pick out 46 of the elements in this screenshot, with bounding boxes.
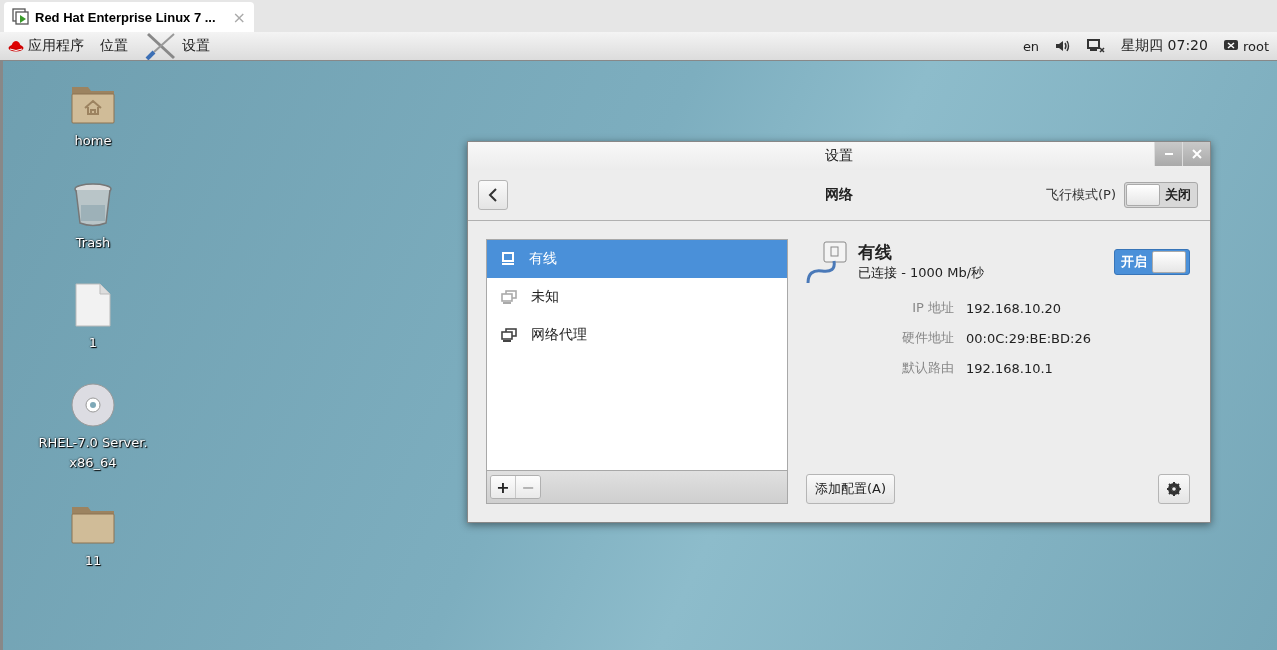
minimize-icon: [1164, 153, 1173, 155]
desktop-icon-label: home: [73, 132, 113, 150]
settings-button[interactable]: [1158, 474, 1190, 504]
back-button[interactable]: [478, 180, 508, 210]
property-value: 00:0C:29:BE:BD:26: [966, 330, 1092, 346]
connection-item[interactable]: 未知: [487, 278, 787, 316]
desktop-icon-label: Trash: [74, 234, 112, 252]
dvd-icon: [71, 383, 115, 427]
connection-item[interactable]: 网络代理: [487, 316, 787, 354]
vm-tab[interactable]: Red Hat Enterprise Linux 7 ... ×: [4, 2, 254, 32]
add-button[interactable]: +: [491, 476, 515, 498]
vm-icon: [12, 8, 30, 26]
panel-menu[interactable]: 设置: [144, 32, 210, 60]
add-profile-button[interactable]: 添加配置(A): [806, 474, 896, 504]
network-icon: [501, 290, 517, 304]
property-value: 192.168.10.20: [966, 300, 1063, 316]
property-label: 默认路由: [901, 359, 954, 377]
keyboard-layout[interactable]: en: [1022, 38, 1040, 54]
clock[interactable]: 星期四 07:20: [1121, 37, 1208, 55]
desktop-icon-label: RHEL-7.0 Server. x86_64: [37, 434, 149, 472]
airplane-mode-label: 飞行模式(P): [1046, 186, 1116, 204]
property-value: 192.168.10.1: [966, 360, 1054, 376]
file-icon: [75, 283, 111, 327]
user-menu[interactable]: root: [1223, 38, 1269, 54]
settings-icon: [1167, 482, 1181, 496]
window-title: 设置: [825, 147, 853, 165]
network-disconnected-icon[interactable]: [1087, 38, 1106, 54]
connection-status: 已连接 - 1000 Mb/秒: [858, 264, 985, 282]
wired-network-icon: [501, 252, 515, 266]
panel-menu[interactable]: 位置: [100, 32, 128, 60]
property-label: 硬件地址: [901, 329, 954, 347]
vm-tab-title: Red Hat Enterprise Linux 7 ...: [35, 9, 216, 25]
close-icon: [1191, 149, 1202, 159]
proxy-network-icon: [501, 328, 517, 342]
connection-title: 有线: [858, 241, 893, 264]
back-icon: [488, 188, 498, 202]
property-label: IP 地址: [911, 299, 954, 317]
hat-logo-icon: [8, 39, 24, 53]
user-status-icon: [1223, 40, 1238, 52]
trash-icon: [73, 183, 113, 227]
page-title: 网络: [825, 186, 853, 204]
airplane-mode-switch[interactable]: 关闭: [1124, 182, 1198, 208]
desktop-icon-label: 11: [83, 552, 103, 570]
volume-icon[interactable]: [1055, 39, 1072, 53]
desktop-icon-label: 1: [87, 334, 99, 352]
panel-menu[interactable]: 应用程序: [8, 32, 84, 60]
